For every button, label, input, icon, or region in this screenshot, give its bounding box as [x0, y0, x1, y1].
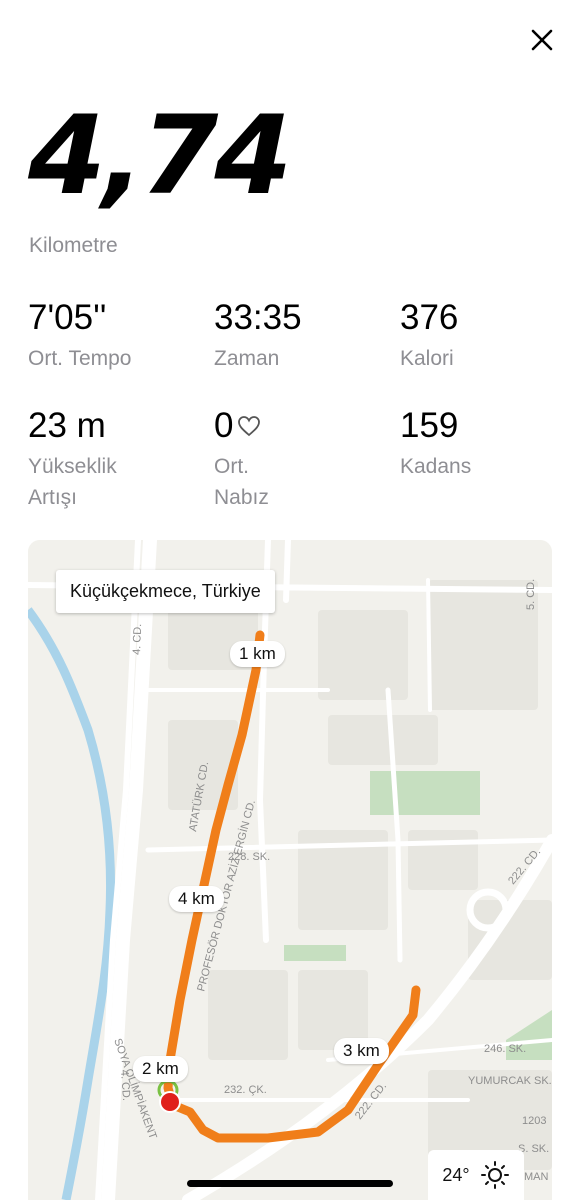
street-label: 228. SK. [228, 851, 270, 863]
street-label: MAN [524, 1171, 549, 1183]
stat-value: 23 m [28, 406, 106, 445]
stat-value: 0 [214, 406, 234, 445]
end-marker [159, 1091, 181, 1113]
stat-cadence: 159 Kadans [400, 408, 580, 482]
route-map[interactable]: 4. CD. 4. CD. ATATÜRK CD. PROFESÖR DOKTO… [28, 540, 552, 1200]
street-label: YUMURCAK SK. [468, 1075, 552, 1087]
distance-unit: Kilometre [29, 234, 118, 257]
stat-label: Zaman [214, 347, 280, 370]
close-button[interactable] [526, 24, 558, 56]
stat-label: Kalori [400, 347, 454, 370]
stat-calories: 376 Kalori [400, 300, 580, 374]
street-label: 4. CD. [131, 624, 144, 656]
street-label: 5. CD. [525, 579, 537, 610]
stat-label: Ort. Nabız [214, 455, 269, 509]
stat-avg-pace: 7'05'' Ort. Tempo [28, 300, 208, 374]
km-marker-2: 2 km [133, 1056, 188, 1082]
km-marker-4: 4 km [169, 886, 224, 912]
stat-time: 33:35 Zaman [214, 300, 394, 374]
park-area [370, 771, 480, 815]
stat-value: 33:35 [214, 298, 302, 337]
stat-avg-heart-rate: 0 Ort. Nabız [214, 408, 394, 513]
location-label: Küçükçekmece, Türkiye [56, 570, 275, 613]
km-marker-3: 3 km [334, 1038, 389, 1064]
sun-icon [480, 1161, 509, 1189]
map-base: 4. CD. 4. CD. ATATÜRK CD. PROFESÖR DOKTO… [28, 540, 552, 1200]
weather-badge: 24° [428, 1150, 524, 1200]
stat-label: Ort. Tempo [28, 347, 132, 370]
stat-label: Kadans [400, 455, 472, 478]
home-indicator[interactable] [187, 1180, 393, 1187]
km-marker-1: 1 km [230, 641, 285, 667]
heart-icon [237, 408, 261, 443]
street-label: 1203 [522, 1115, 546, 1127]
close-icon [531, 29, 553, 51]
street-label: 232. ÇK. [224, 1084, 267, 1096]
stat-label: Yükseklik Artışı [28, 455, 117, 509]
temperature: 24° [442, 1164, 470, 1185]
stat-value: 376 [400, 298, 459, 337]
street-label: 246. SK. [484, 1043, 526, 1055]
distance-value: 4,74 [28, 92, 292, 220]
stat-value: 7'05'' [28, 298, 107, 337]
stat-elevation-gain: 23 m Yükseklik Artışı [28, 408, 208, 513]
stat-value: 159 [400, 406, 459, 445]
